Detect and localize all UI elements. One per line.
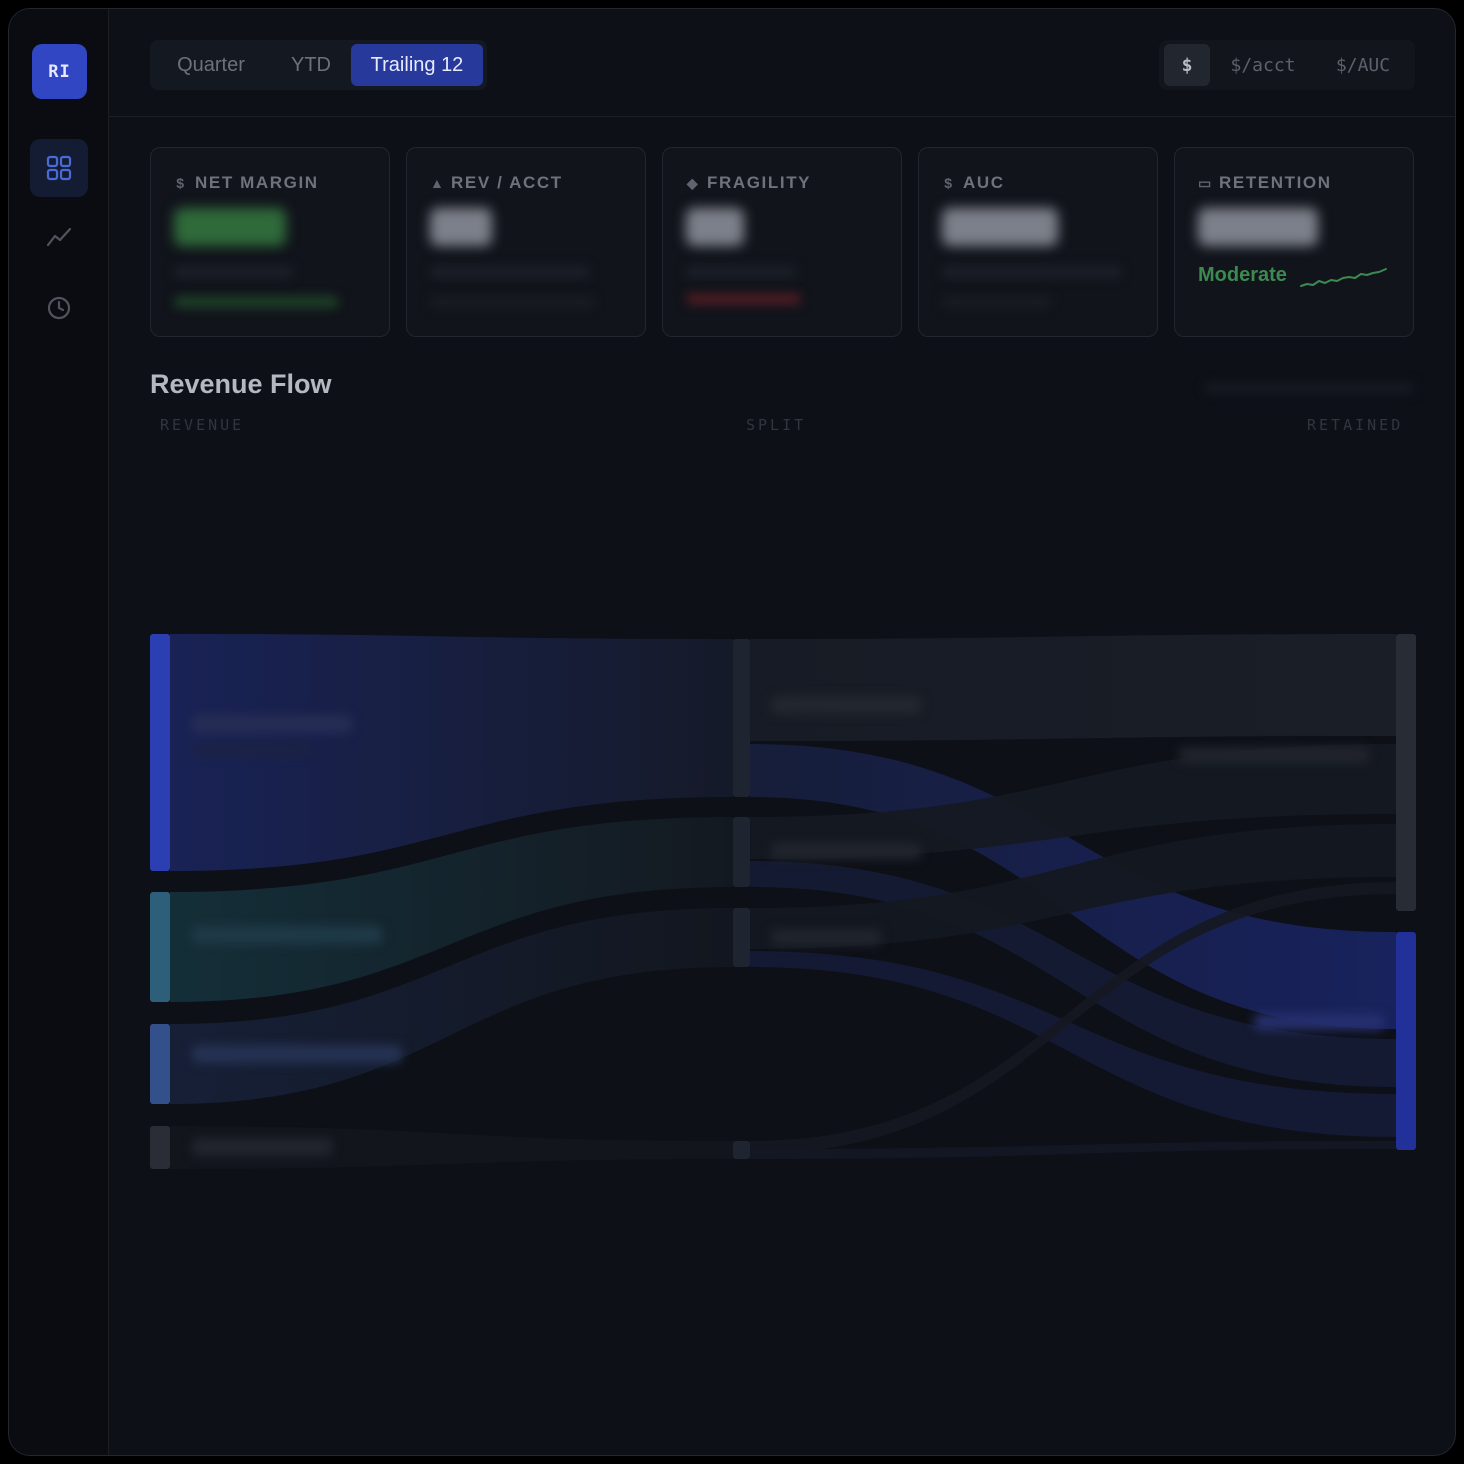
flow-link <box>750 634 1396 741</box>
split-node[interactable] <box>733 817 750 887</box>
split-node[interactable] <box>733 1141 750 1159</box>
retained-node[interactable] <box>1396 932 1416 1150</box>
app-window: RI Quarter YTD Trailing 12 $ $/acct $/AU… <box>8 8 1456 1456</box>
revenue-node[interactable] <box>150 1024 170 1104</box>
revenue-flow-sankey <box>150 634 1416 1169</box>
revenue-node[interactable] <box>150 1126 170 1169</box>
revenue-node[interactable] <box>150 892 170 1002</box>
split-node[interactable] <box>733 908 750 967</box>
split-node[interactable] <box>733 639 750 797</box>
retained-node[interactable] <box>1396 634 1416 911</box>
revenue-node[interactable] <box>150 634 170 871</box>
